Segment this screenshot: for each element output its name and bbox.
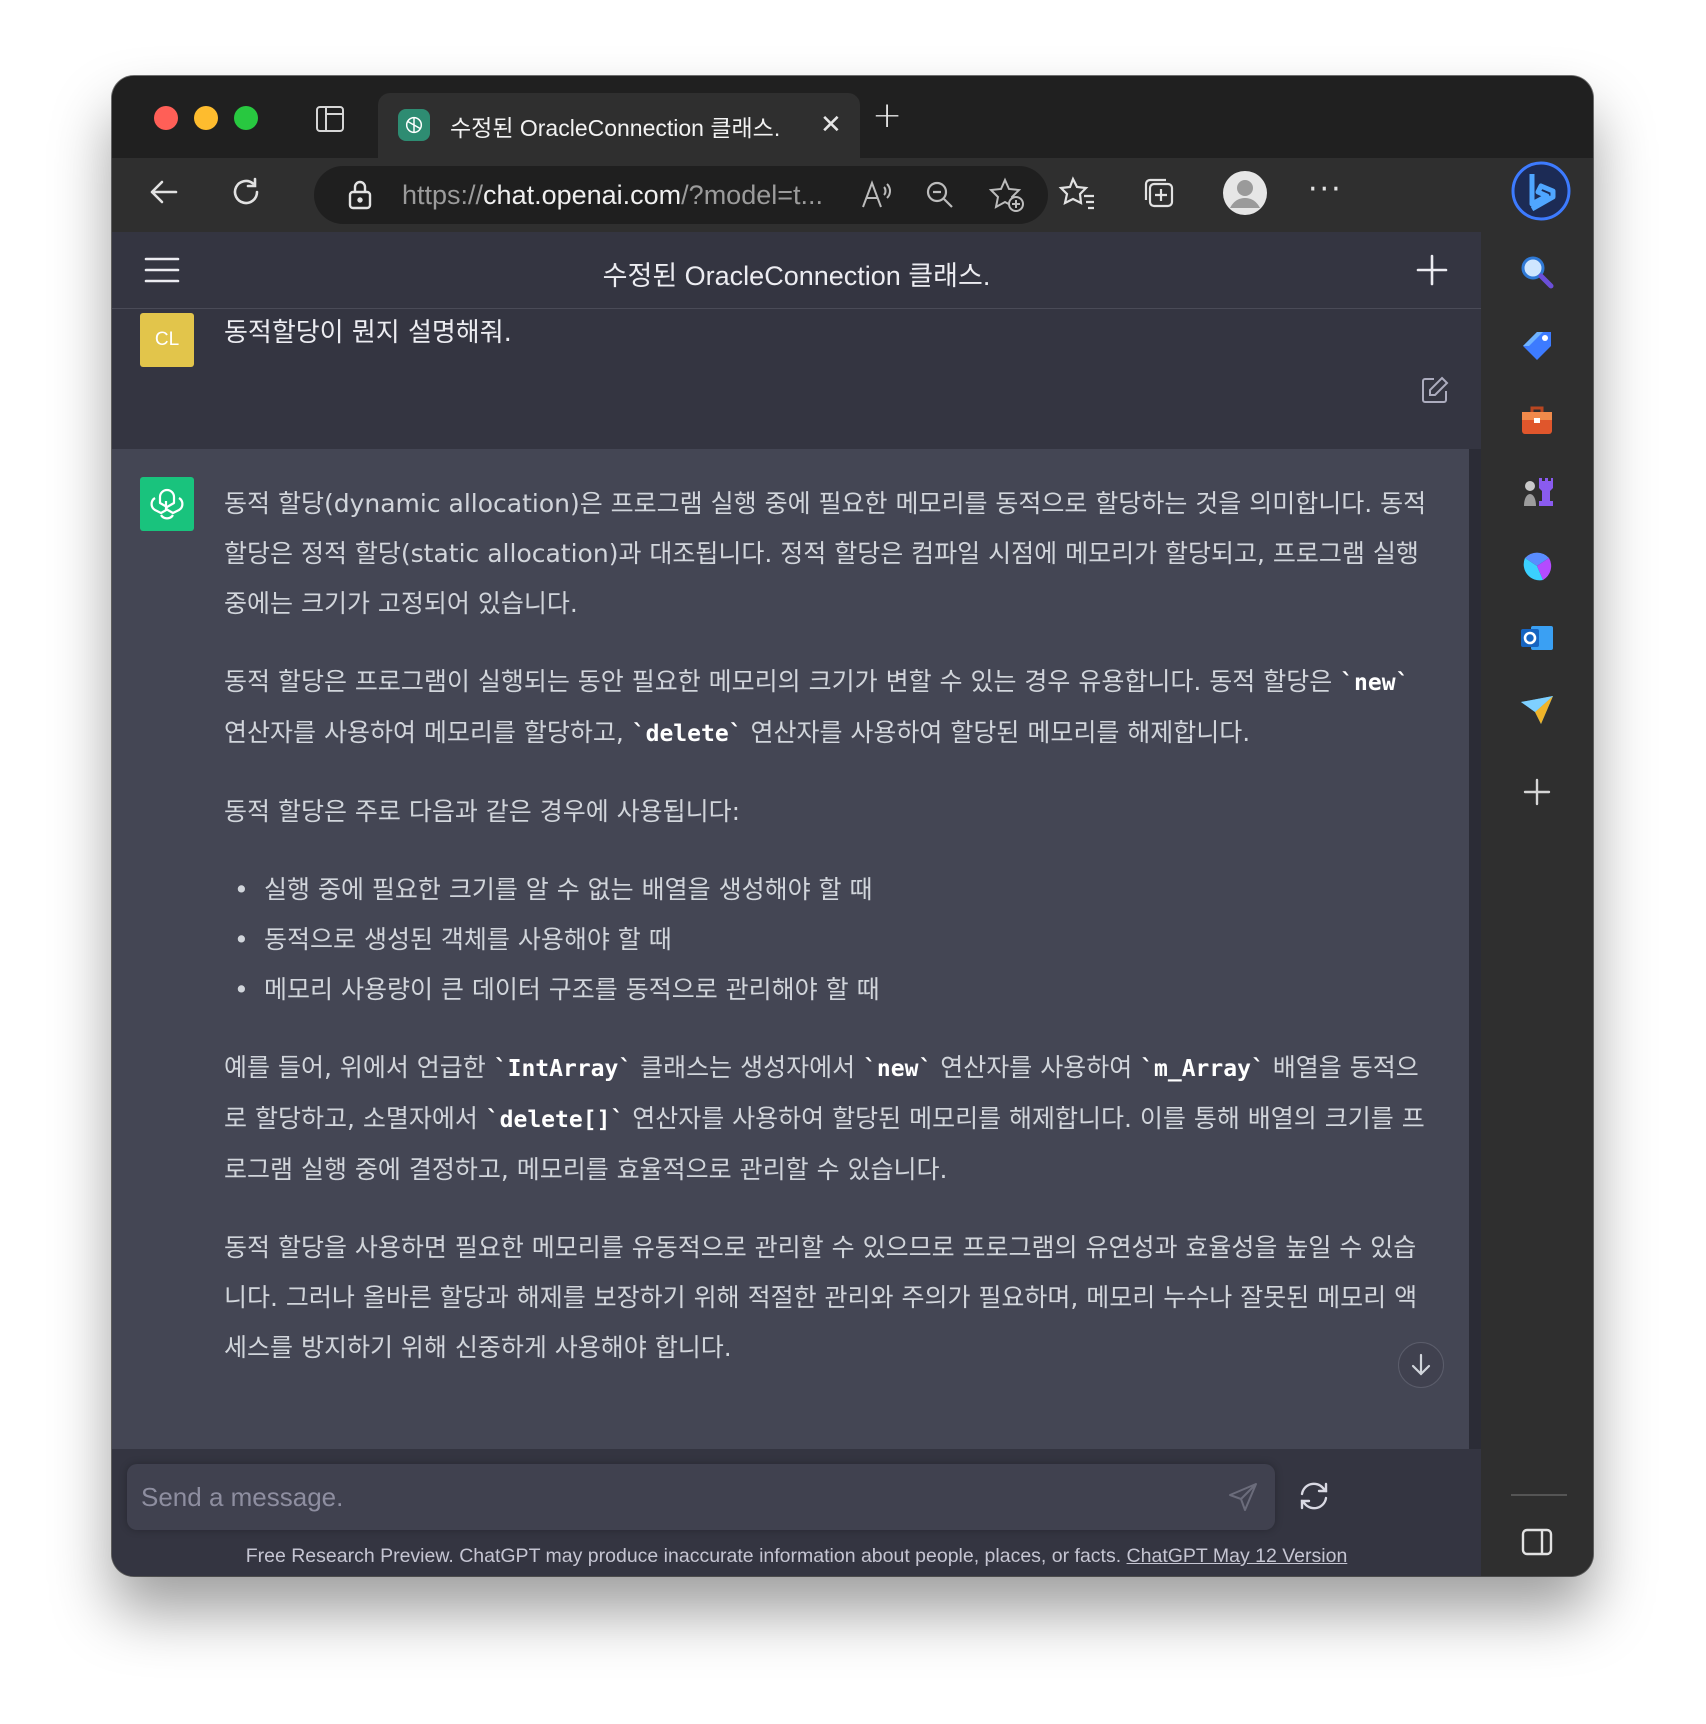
version-link[interactable]: ChatGPT May 12 Version [1127,1545,1348,1567]
url-text[interactable]: https://chat.openai.com/?model=t... [402,180,823,211]
edit-icon[interactable] [1420,375,1450,409]
new-tab-button[interactable]: + [872,98,902,134]
answer-paragraph: 동적 할당(dynamic allocation)은 프로그램 실행 중에 필요… [224,489,1427,618]
scrollbar[interactable] [1469,449,1481,1449]
list-item: 실행 중에 필요한 크기를 알 수 없는 배열을 생성해야 할 때 [224,865,1439,915]
footer-disclaimer: Free Research Preview. ChatGPT may produ… [245,1545,1348,1567]
chatgpt-favicon-icon [398,109,430,141]
copilot-icon[interactable] [1517,546,1557,586]
inline-code: `new` [1340,670,1410,696]
paper-plane-icon[interactable] [1517,690,1557,730]
bing-chat-icon[interactable] [1510,160,1572,226]
back-arrow-icon[interactable] [146,174,182,214]
maximize-window-button[interactable] [234,106,258,130]
split-screen-icon[interactable] [1517,1522,1557,1562]
user-message-text: 동적할당이 뭔지 설명해줘. [224,318,512,348]
tab-bar: 수정된 OracleConnection 클래스. ✕ + [112,76,1593,158]
profile-avatar-icon[interactable] [1222,170,1268,220]
chat-header: 수정된 OracleConnection 클래스. [112,232,1481,309]
list-item: 메모리 사용량이 큰 데이터 구조를 동적으로 관리해야 할 때 [224,965,1439,1015]
refresh-icon[interactable] [228,174,264,214]
inline-code: `new` [863,1056,933,1082]
favorites-icon[interactable] [1058,174,1096,216]
plus-icon[interactable] [1517,772,1557,812]
answer-bullet-list: 실행 중에 필요한 크기를 알 수 없는 배열을 생성해야 할 때 동적으로 생… [224,865,1439,1015]
inline-code: `IntArray` [493,1056,633,1082]
send-icon[interactable] [1227,1481,1259,1517]
assistant-message: 동적 할당(dynamic allocation)은 프로그램 실행 중에 필요… [112,449,1469,1449]
minimize-window-button[interactable] [194,106,218,130]
inline-code: `delete[]` [485,1107,625,1133]
search-icon[interactable] [1517,252,1557,292]
answer-paragraph: 동적 할당을 사용하면 필요한 메모리를 유동적으로 관리할 수 있으므로 프로… [224,1233,1418,1362]
chatgpt-logo-icon [140,477,194,531]
lock-icon[interactable] [346,179,374,215]
answer-paragraph: 예를 들어, 위에서 언급한 `IntArray` 클래스는 생성자에서 `ne… [224,1053,1425,1184]
tab-active[interactable]: 수정된 OracleConnection 클래스. ✕ [378,93,860,158]
tag-icon[interactable] [1517,326,1557,366]
collections-icon[interactable] [1140,174,1178,216]
sidebar-divider [1511,1494,1567,1496]
close-window-button[interactable] [154,106,178,130]
edge-sidebar [1481,232,1593,1576]
message-composer [127,1464,1275,1530]
assistant-answer: 동적 할당(dynamic allocation)은 프로그램 실행 중에 필요… [224,479,1439,1401]
page-title: 수정된 OracleConnection 클래스. [602,261,991,291]
list-item: 동적으로 생성된 객체를 사용해야 할 때 [224,915,1439,965]
inline-code: `m_Array` [1140,1056,1265,1082]
answer-paragraph: 동적 할당은 주로 다음과 같은 경우에 사용됩니다: [224,797,741,826]
new-chat-plus-icon[interactable] [1416,254,1448,290]
briefcase-icon[interactable] [1517,400,1557,440]
scroll-down-button[interactable] [1398,1342,1444,1388]
outlook-icon[interactable] [1517,618,1557,658]
tab-actions-icon[interactable] [316,106,344,132]
answer-paragraph: 동적 할당은 프로그램이 실행되는 동안 필요한 메모리의 크기가 변할 수 있… [224,667,1410,747]
tab-title: 수정된 OracleConnection 클래스. [450,115,781,141]
chatgpt-page: 수정된 OracleConnection 클래스. CL 동적할당이 뭔지 설명… [112,232,1481,1576]
add-favorite-icon[interactable] [988,176,1026,218]
regenerate-icon[interactable] [1297,1479,1331,1517]
read-aloud-icon[interactable] [860,179,894,215]
address-bar[interactable]: https://chat.openai.com/?model=t... [314,166,1048,224]
tab-close-icon[interactable]: ✕ [820,111,842,139]
composer-area: Free Research Preview. ChatGPT may produ… [112,1449,1481,1576]
user-message: CL 동적할당이 뭔지 설명해줘. [112,309,1481,449]
chess-icon[interactable] [1517,472,1557,512]
address-toolbar: https://chat.openai.com/?model=t... ··· [112,158,1593,232]
zoom-out-icon[interactable] [924,179,956,215]
browser-window: 수정된 OracleConnection 클래스. ✕ + https://ch… [112,76,1593,1576]
user-avatar: CL [140,313,194,367]
inline-code: `delete` [631,721,743,747]
more-options-icon[interactable]: ··· [1308,172,1343,207]
message-input[interactable] [141,1464,1201,1530]
